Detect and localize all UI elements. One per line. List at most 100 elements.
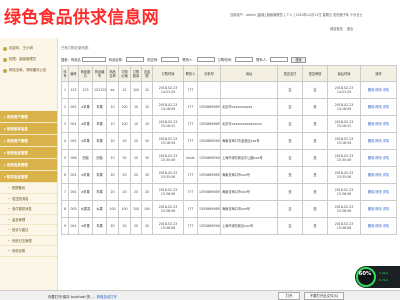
- table-cell: 4: [61, 132, 69, 150]
- table-cell: a苹果: [78, 132, 93, 150]
- table-row: 4 001 a苹果 苹果 20 20 20 20 2018-02-23 15:18:34 777 1…: [61, 132, 397, 150]
- table-cell: 30: [118, 149, 131, 167]
- table-row: 3 001 a苹果 苹果 10 100 10 10 2018-02-23 15:16:31 777…: [61, 115, 397, 133]
- table-cell: 6: [61, 166, 69, 184]
- table-cell: 777: [183, 81, 198, 99]
- table-cell: a苹果: [78, 217, 93, 235]
- table-cell: 20: [130, 132, 142, 150]
- table-cell: 2018-02-23 15:36:06: [152, 217, 184, 235]
- row-actions[interactable]: 删除 修改 详情: [360, 115, 397, 133]
- table-cell: 10: [141, 115, 153, 133]
- table-cell: 001: [68, 98, 79, 116]
- menu-item-inbox[interactable]: • 收件箱短消息: [0, 204, 57, 215]
- row-actions[interactable]: 删除 修改 详情: [360, 149, 397, 167]
- table-row: 1 123 123 123123 aa 22 100 22 2018-02-23 14:21:2…: [61, 81, 397, 99]
- search-label-supplier: 供应商：: [147, 58, 161, 62]
- search-input-contact-2[interactable]: [270, 57, 289, 62]
- menu-head-3[interactable]: ▸系统用户管理: [0, 135, 57, 147]
- table-cell: 20: [141, 217, 153, 235]
- search-label-product: 商品名称：: [108, 58, 126, 62]
- table-cell: 20: [118, 183, 131, 201]
- table-cell: 20: [118, 217, 131, 235]
- table-row: 6 001 a苹果 苹果 20 20 20 20 2018-02-23 15:35:56 777 1…: [61, 166, 397, 184]
- table-row: 7 001 a苹果 苹果 20 20 20 20 2018-02-23 15:36:06 777 1…: [61, 183, 397, 201]
- table-cell: 苹果: [92, 217, 107, 235]
- menu-item-backup[interactable]: • 数据备份: [0, 183, 57, 194]
- home-link[interactable]: 网站首页: [330, 27, 343, 31]
- row-actions[interactable]: 删除 修改 详情: [360, 217, 397, 235]
- download-text: 你要打开/保存 localhost 的 ... 获取自动打开: [48, 295, 117, 299]
- col-header: 最后时间: [327, 65, 361, 82]
- table-cell: 8: [61, 200, 69, 218]
- col-header: 是否审核: [302, 65, 328, 82]
- table-cell: 123123: [92, 81, 107, 99]
- col-header: 操作: [360, 65, 397, 82]
- table-cell: 苹果: [92, 98, 107, 116]
- table-cell: 2018-02-23 15:36:06: [327, 217, 361, 235]
- row-actions[interactable]: 删除 修改 详情: [360, 81, 397, 99]
- col-header: 总金额: [141, 65, 153, 82]
- table-cell: 是: [302, 149, 328, 167]
- table-cell: 100: [106, 200, 119, 218]
- table-cell: 2018-02-23 14:16:49: [327, 98, 361, 116]
- row-actions[interactable]: 删除 修改 详情: [360, 132, 397, 150]
- menu-item-settings[interactable]: • 系统设置: [0, 246, 57, 257]
- table-cell: 001: [68, 217, 79, 235]
- table-cell: [220, 81, 278, 99]
- search-button[interactable]: 搜索: [291, 56, 306, 63]
- menu-head-6[interactable]: ▾购买信息管理: [0, 171, 57, 183]
- download-link[interactable]: 获取自动打开: [97, 295, 117, 299]
- table-cell: 否: [302, 81, 328, 99]
- table-cell: a苹果: [78, 98, 93, 116]
- logout-link[interactable]: 退出: [347, 27, 353, 31]
- search-input-contact[interactable]: [196, 57, 215, 62]
- row-actions[interactable]: 删除 修改 详情: [360, 98, 397, 116]
- menu-item-complaints[interactable]: • 投诉与建议: [0, 225, 57, 236]
- menu-item-messages[interactable]: • 留言管理: [0, 215, 57, 225]
- table-cell: 海南省海口市xxx号: [220, 166, 278, 184]
- performance-value: 60%: [358, 271, 372, 277]
- row-actions[interactable]: 删除 修改 详情: [360, 183, 397, 201]
- table-cell: 100: [118, 98, 131, 116]
- table-cell: 13558695695: [197, 98, 221, 116]
- table-cell: 20: [106, 132, 119, 150]
- open-file-button[interactable]: 打开: [278, 292, 300, 300]
- row-actions[interactable]: 删除 修改 详情: [360, 200, 397, 218]
- search-input-time[interactable]: [235, 57, 254, 62]
- performance-widget[interactable]: 60% 1.0k/s 0.7k/s: [355, 266, 400, 288]
- table-cell: 13558695695: [197, 183, 221, 201]
- table-cell: 2018-02-23 15:36:06: [327, 200, 361, 218]
- search-input-product[interactable]: [126, 57, 145, 62]
- table-cell: 2018-02-23 15:36:06: [327, 183, 361, 201]
- search-input-keyword[interactable]: [81, 57, 106, 62]
- table-header-row: 序号 编号 商品图片 商品编号 商品名称 订购价格 订购数量 总金额 订购时间 …: [61, 65, 397, 82]
- table-cell: 2018-02-23 15:35:49: [152, 149, 184, 167]
- table-cell: a苹果: [78, 115, 93, 133]
- table-cell: 否: [277, 115, 303, 133]
- table-cell: 001: [68, 183, 79, 201]
- table-cell: 是: [302, 183, 328, 201]
- table-cell: 是: [302, 166, 328, 184]
- table-cell: 是: [277, 132, 303, 150]
- menu-head-2[interactable]: ▸系统基本信息: [0, 123, 57, 135]
- menu-head-4[interactable]: ▸系统信息管理: [0, 147, 57, 159]
- table-cell: 苹果: [92, 132, 107, 150]
- dont-open-button[interactable]: 不要打开此文件(S): [304, 292, 344, 300]
- table-cell: 2018-02-23 15:36:06: [152, 183, 184, 201]
- table-cell: 苹果: [92, 183, 107, 201]
- table-cell: 2018-02-23 15:35:56: [327, 166, 361, 184]
- search-input-supplier[interactable]: [161, 57, 180, 62]
- table-cell: 否: [277, 149, 303, 167]
- menu-item-logs[interactable]: • 系统日志管理: [0, 236, 57, 246]
- bullet-icon: •: [8, 196, 10, 201]
- row-actions[interactable]: 删除 修改 详情: [360, 166, 397, 184]
- menu-head-1[interactable]: ▸系统用户管理: [0, 111, 57, 123]
- table-cell: 是: [302, 115, 328, 133]
- col-header: 商品图片: [78, 65, 93, 82]
- col-header: 联系人: [183, 65, 198, 82]
- col-header: 订购数量: [130, 65, 142, 82]
- menu-head-5[interactable]: ▸系统信息管理: [0, 159, 57, 171]
- sidebar: 欢迎你，王小明 权限：超级管理员 网站全局，清除缓存公告 ▸系统用户管理 ▸系统…: [0, 38, 58, 300]
- table-cell: a苹果: [78, 183, 93, 201]
- menu-item-send-message[interactable]: • 发送短消息: [0, 194, 57, 204]
